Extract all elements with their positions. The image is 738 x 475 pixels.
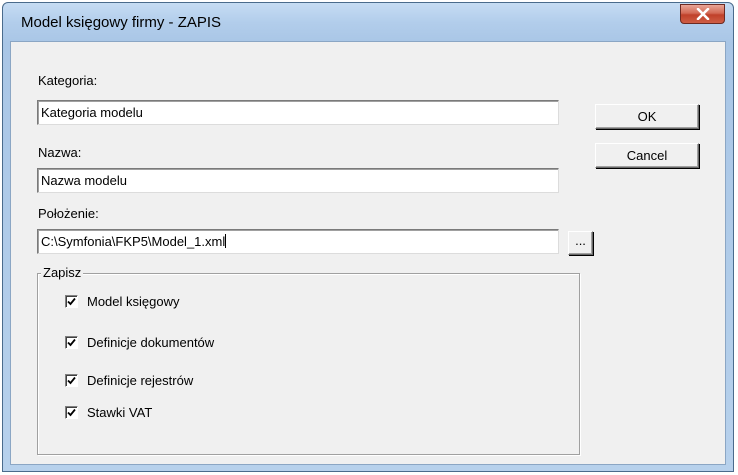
nazwa-label: Nazwa: bbox=[38, 145, 82, 160]
checkbox-label: Definicje rejestrów bbox=[87, 372, 194, 388]
dialog-client-area: Kategoria: Kategoria modelu Nazwa: Nazwa… bbox=[10, 41, 726, 465]
polozenie-label: Położenie: bbox=[38, 206, 99, 221]
kategoria-label: Kategoria: bbox=[38, 73, 98, 88]
nazwa-value: Nazwa modelu bbox=[41, 173, 127, 188]
checkbox-label: Definicje dokumentów bbox=[87, 334, 215, 350]
checkbox-label: Model księgowy bbox=[87, 293, 180, 309]
checkbox-label: Stawki VAT bbox=[87, 404, 153, 420]
ok-button[interactable]: OK bbox=[595, 104, 699, 129]
checkbox-model-ksiegowy[interactable]: Model księgowy bbox=[65, 291, 180, 311]
title-bar[interactable]: Model księgowy firmy - ZAPIS bbox=[3, 3, 733, 41]
checkmark-icon bbox=[67, 376, 76, 384]
checkbox-box[interactable] bbox=[65, 405, 78, 419]
nazwa-input[interactable]: Nazwa modelu bbox=[37, 168, 559, 193]
close-button[interactable] bbox=[680, 4, 725, 24]
checkmark-icon bbox=[67, 297, 76, 305]
checkmark-icon bbox=[67, 338, 76, 346]
checkbox-stawki-vat[interactable]: Stawki VAT bbox=[65, 402, 152, 422]
checkbox-box[interactable] bbox=[65, 335, 78, 349]
close-icon bbox=[696, 8, 709, 20]
polozenie-input[interactable]: C:\Symfonia\FKP5\Model_1.xml bbox=[37, 229, 559, 254]
checkmark-icon bbox=[67, 408, 76, 416]
window-title: Model księgowy firmy - ZAPIS bbox=[21, 14, 222, 31]
zapisz-group-title: Zapisz bbox=[41, 265, 84, 280]
checkbox-definicje-rejestrow[interactable]: Definicje rejestrów bbox=[65, 370, 193, 390]
dialog-window: Model księgowy firmy - ZAPIS Kategoria: … bbox=[2, 2, 734, 472]
checkbox-box[interactable] bbox=[65, 373, 78, 387]
cancel-button[interactable]: Cancel bbox=[595, 143, 699, 168]
kategoria-input[interactable]: Kategoria modelu bbox=[37, 100, 559, 125]
browse-button[interactable]: ... bbox=[568, 231, 593, 255]
polozenie-value: C:\Symfonia\FKP5\Model_1.xml bbox=[41, 234, 226, 249]
checkbox-definicje-dokumentow[interactable]: Definicje dokumentów bbox=[65, 332, 214, 352]
text-caret bbox=[225, 234, 227, 248]
checkbox-box[interactable] bbox=[65, 294, 78, 308]
kategoria-value: Kategoria modelu bbox=[41, 105, 143, 120]
